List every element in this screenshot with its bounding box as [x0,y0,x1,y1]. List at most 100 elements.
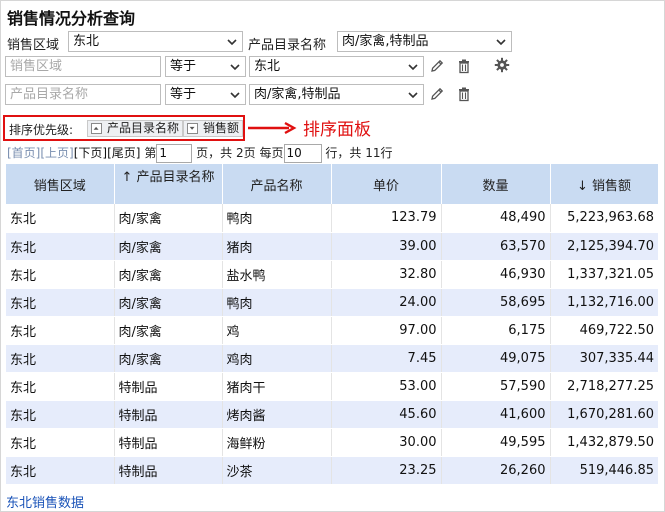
cell-quantity: 57,590 [441,372,551,401]
condition-2-field-input[interactable]: 产品目录名称 [5,84,161,105]
cell-product-name: 鸭肉 [222,204,332,233]
cell-region: 东北 [6,260,115,289]
table-row: 东北 特制品 烤肉酱 45.60 41,600 1,670,281.60 [6,400,658,429]
cell-product-catalog: 肉/家禽 [114,204,223,233]
table-row: 东北 肉/家禽 猪肉 39.00 63,570 2,125,394.70 [6,232,658,261]
page-mid-text: 页，共 [196,146,233,160]
first-page-link[interactable]: [首页] [7,146,40,160]
page-suffix-text: 页 [243,146,256,160]
sort-chip-product-catalog[interactable]: 产品目录名称 [87,120,184,137]
cell-quantity: 63,570 [441,232,551,261]
condition-2-operator-select[interactable]: 等于 [165,84,246,105]
cell-product-name: 猪肉 [222,232,332,261]
next-page-link[interactable]: [下页] [74,146,107,160]
page-title: 销售情况分析查询 [7,9,136,28]
cell-sales: 1,670,281.60 [550,400,658,429]
cell-sales: 1,337,321.05 [550,260,658,289]
cell-sales: 2,125,394.70 [550,232,658,261]
per-page-input[interactable]: 10 [283,144,322,163]
chevron-down-icon [230,92,240,99]
arrow-right-icon [248,121,297,135]
current-page-input[interactable]: 1 [156,144,193,163]
region-filter-label: 销售区域 [7,38,60,53]
condition-1-operator-value: 等于 [170,59,197,74]
sort-panel: 排序优先级: 产品目录名称 销售额 [3,115,245,141]
condition-1-value-select[interactable]: 东北 [249,56,424,77]
cell-region: 东北 [6,316,115,345]
column-header-sales[interactable]: ↓ 销售额 [550,164,659,204]
cell-sales: 469,722.50 [550,316,658,345]
cell-quantity: 41,600 [441,400,551,429]
per-page-prefix-text: 每页 [259,146,284,160]
column-header-product-catalog[interactable]: ↑ 产品目录名称 [114,164,223,204]
cell-unit-price: 30.00 [331,428,442,457]
table-row: 东北 肉/家禽 鸡肉 7.45 49,075 307,335.44 [6,344,658,373]
cell-sales: 1,432,879.50 [550,428,658,457]
sort-ascending-icon [91,123,102,134]
cell-region: 东北 [6,400,115,429]
cell-product-name: 海鲜粉 [222,428,332,457]
cell-quantity: 58,695 [441,288,551,317]
region-filter-select[interactable]: 东北 [68,31,243,52]
pencil-icon[interactable] [429,86,445,102]
prev-page-link[interactable]: [上页] [40,146,73,160]
cell-product-name: 猪肉干 [222,372,332,401]
cell-region: 东北 [6,232,115,261]
cell-sales: 307,335.44 [550,344,658,373]
cell-product-catalog: 肉/家禽 [114,316,223,345]
cell-product-name: 沙茶 [222,456,332,485]
cell-product-name: 烤肉酱 [222,400,332,429]
table-row: 东北 特制品 猪肉干 53.00 57,590 2,718,277.25 [6,372,658,401]
cell-region: 东北 [6,288,115,317]
cell-product-catalog: 肉/家禽 [114,260,223,289]
cell-sales: 5,223,963.68 [550,204,658,233]
gear-icon[interactable] [494,57,510,73]
total-rows-text: 11 [365,146,381,160]
trash-icon[interactable] [456,86,472,102]
column-header-unit-price[interactable]: 单价 [331,164,442,204]
product-catalog-filter-select[interactable]: 肉/家禽,特制品 [337,31,512,52]
cell-unit-price: 53.00 [331,372,442,401]
condition-2-value-select[interactable]: 肉/家禽,特制品 [249,84,424,105]
sort-chip-label: 产品目录名称 [107,121,180,135]
cell-product-name: 盐水鸭 [222,260,332,289]
trash-icon[interactable] [456,58,472,74]
cell-unit-price: 123.79 [331,204,442,233]
cell-unit-price: 32.80 [331,260,442,289]
column-header-region[interactable]: 销售区域 [6,164,115,204]
cell-region: 东北 [6,372,115,401]
last-page-link[interactable]: [尾页] [107,146,140,160]
column-header-quantity[interactable]: 数量 [441,164,551,204]
sort-descending-icon [187,123,198,134]
chevron-down-icon [230,64,240,71]
condition-1-value: 东北 [254,59,281,74]
table-row: 东北 肉/家禽 盐水鸭 32.80 46,930 1,337,321.05 [6,260,658,289]
cell-quantity: 46,930 [441,260,551,289]
cell-unit-price: 23.25 [331,456,442,485]
condition-2-operator-value: 等于 [170,87,197,102]
cell-quantity: 6,175 [441,316,551,345]
cell-product-catalog: 肉/家禽 [114,288,223,317]
cell-product-name: 鸡 [222,316,332,345]
table-row: 东北 特制品 沙茶 23.25 26,260 519,446.85 [6,456,658,485]
northeast-sales-link[interactable]: 东北销售数据 [6,492,84,511]
chevron-down-icon [227,39,237,46]
cell-unit-price: 7.45 [331,344,442,373]
cell-sales: 2,718,277.25 [550,372,658,401]
cell-quantity: 49,075 [441,344,551,373]
table-row: 东北 肉/家禽 鸭肉 123.79 48,490 5,223,963.68 [6,204,658,233]
pencil-icon[interactable] [429,58,445,74]
cell-product-name: 鸡肉 [222,344,332,373]
rows-suffix-text: 行 [380,146,393,160]
table-row: 东北 肉/家禽 鸡 97.00 6,175 469,722.50 [6,316,658,345]
cell-quantity: 48,490 [441,204,551,233]
condition-1-field-input[interactable]: 销售区域 [5,56,161,77]
chevron-down-icon [408,92,418,99]
cell-product-catalog: 特制品 [114,400,223,429]
condition-1-operator-select[interactable]: 等于 [165,56,246,77]
cell-region: 东北 [6,344,115,373]
sort-chip-sales[interactable]: 销售额 [183,120,244,137]
column-header-product-name[interactable]: 产品名称 [222,164,332,204]
cell-product-catalog: 特制品 [114,372,223,401]
table-header-row: 销售区域 ↑ 产品目录名称 产品名称 单价 数量 ↓ 销售额 [6,164,659,204]
